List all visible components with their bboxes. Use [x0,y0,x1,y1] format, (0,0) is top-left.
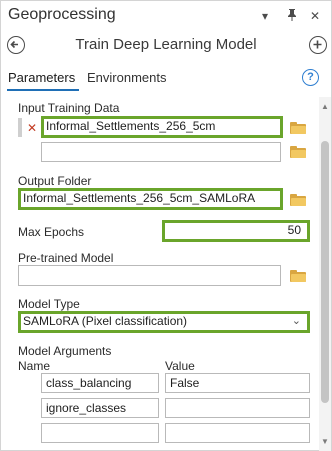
tab-environments[interactable]: Environments [87,70,166,85]
pretrained-model-field[interactable] [18,265,281,286]
tool-header: Train Deep Learning Model [1,33,331,59]
pane-titlebar: Geoprocessing ▾ ✕ [1,1,331,31]
row-marker [18,118,22,137]
add-icon[interactable] [309,36,327,54]
model-arguments-value-header: Value [165,359,195,373]
scrollbar-thumb[interactable] [321,141,329,403]
model-type-value: SAMLoRA (Pixel classification) [23,314,188,328]
folder-icon[interactable] [290,122,306,134]
input-training-data-label: Input Training Data [18,101,120,115]
max-epochs-label: Max Epochs [18,225,85,239]
input-training-data-field-1[interactable]: Informal_Settlements_256_5cm [41,116,283,138]
geoprocessing-pane: Geoprocessing ▾ ✕ Train Deep Learning Mo… [0,0,332,451]
argument-value-cell[interactable] [165,398,310,418]
active-tab-indicator [7,89,79,91]
tab-parameters[interactable]: Parameters [8,70,75,85]
chevron-down-icon[interactable]: ▾ [257,8,273,24]
error-x-icon[interactable]: ✕ [27,122,37,134]
model-type-select[interactable]: SAMLoRA (Pixel classification) ⌄ [18,311,310,333]
argument-value-cell[interactable] [165,423,310,443]
model-type-label: Model Type [18,297,80,311]
folder-icon[interactable] [290,270,306,282]
argument-name-cell[interactable]: class_balancing [41,373,159,393]
tool-title: Train Deep Learning Model [75,36,257,53]
argument-name-cell[interactable]: ignore_classes [41,398,159,418]
scroll-down-icon[interactable]: ▼ [321,437,329,446]
parameters-panel: Input Training Data ✕ Informal_Settlemen… [1,97,331,451]
max-epochs-field[interactable]: 50 [162,220,310,242]
model-arguments-label: Model Arguments [18,344,112,358]
argument-value-cell[interactable]: False [165,373,310,393]
output-folder-label: Output Folder [18,174,92,188]
help-icon[interactable]: ? [302,69,319,86]
scroll-up-icon[interactable]: ▲ [321,102,329,111]
pin-icon[interactable] [284,8,300,24]
close-icon[interactable]: ✕ [307,8,323,24]
chevron-down-icon[interactable]: ⌄ [292,314,301,329]
output-folder-field[interactable]: Informal_Settlements_256_5cm_SAMLoRA [18,188,283,210]
argument-name-cell[interactable] [41,423,159,443]
folder-icon[interactable] [290,194,306,206]
input-training-data-field-2[interactable] [41,142,281,162]
folder-icon[interactable] [290,146,306,158]
model-arguments-name-header: Name [18,359,51,373]
tab-bar: Parameters Environments ? [1,67,331,93]
pane-title: Geoprocessing [8,6,116,23]
pretrained-model-label: Pre-trained Model [18,251,114,265]
